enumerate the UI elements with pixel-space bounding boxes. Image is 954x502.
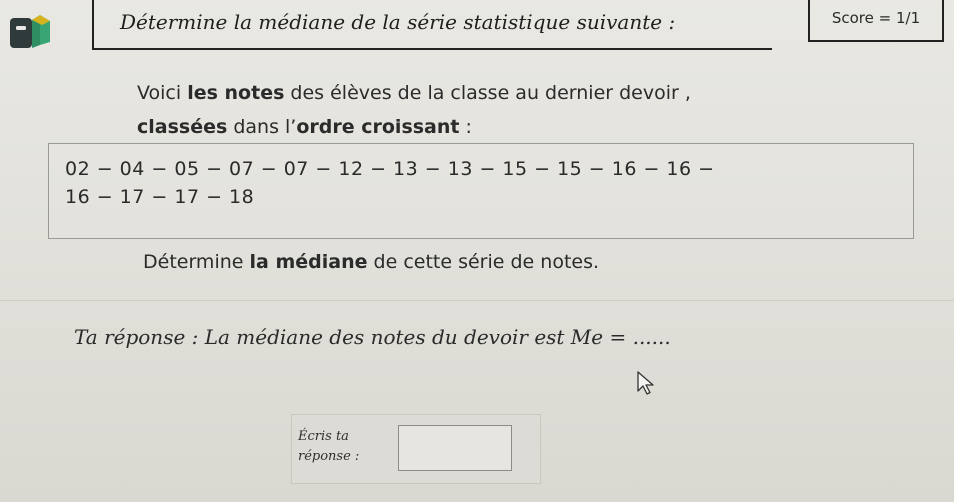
question-header: Détermine la médiane de la série statist… (92, 0, 772, 50)
intro-line-1: Voici les notes des élèves de la classe … (137, 82, 691, 104)
answer-label: Écris ta réponse : (298, 429, 360, 464)
series-line-1: 02 − 04 − 05 − 07 − 07 − 12 − 13 − 13 − … (65, 158, 715, 180)
mouse-pointer-icon (637, 371, 654, 395)
answer-input[interactable] (398, 425, 512, 471)
header-title: Détermine la médiane de la série statist… (120, 10, 676, 34)
intro-text: Voici les notes des élèves de la classe … (137, 76, 691, 144)
answer-sentence: Ta réponse : La médiane des notes du dev… (74, 325, 671, 349)
answer-panel: Écris ta réponse : (291, 414, 541, 484)
score-badge: Score = 1/1 (808, 0, 944, 42)
series-line-2: 16 − 17 − 17 − 18 (65, 186, 255, 208)
backpack-icon (10, 15, 50, 48)
section-divider (0, 300, 954, 301)
intro-line-2: classées dans l’ordre croissant : (137, 116, 472, 138)
page: Détermine la médiane de la série statist… (0, 0, 954, 502)
data-series-box: 02 − 04 − 05 − 07 − 07 − 12 − 13 − 13 − … (48, 143, 914, 239)
instruction-text: Détermine la médiane de cette série de n… (143, 251, 600, 273)
